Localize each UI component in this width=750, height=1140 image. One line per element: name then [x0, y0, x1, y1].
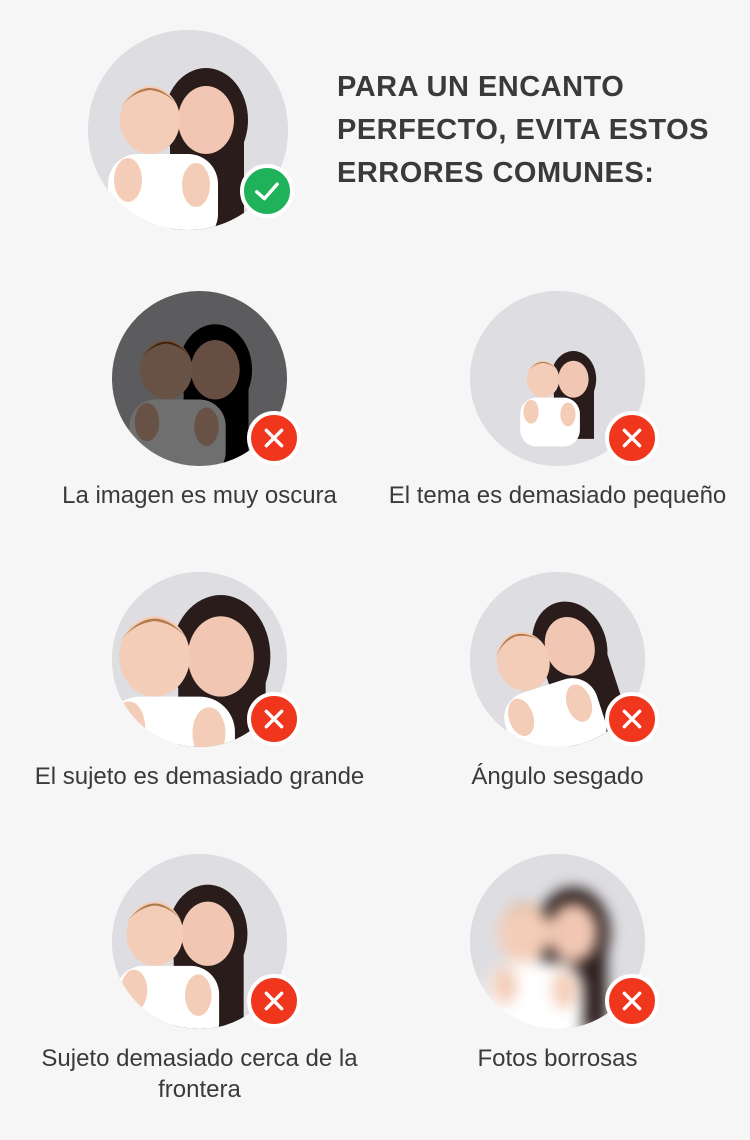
hero-example	[88, 30, 294, 230]
page-title: PARA UN ENCANTO PERFECTO, EVITA ESTOS ER…	[337, 66, 717, 195]
tip-caption: El sujeto es demasiado grande	[34, 763, 365, 790]
tip-caption: Fotos borrosas	[477, 1045, 638, 1072]
tip-card-dark: La imagen es muy oscura	[17, 291, 357, 561]
tip-card-rotated: Ángulo sesgado	[375, 572, 715, 842]
tip-caption: La imagen es muy oscura	[62, 482, 337, 509]
close-icon	[605, 974, 659, 1028]
tip-card-large: El sujeto es demasiado grande	[17, 572, 364, 842]
check-icon	[240, 164, 294, 218]
photo-tips-page: PARA UN ENCANTO PERFECTO, EVITA ESTOS ER…	[0, 0, 750, 1140]
close-icon	[247, 692, 301, 746]
close-icon	[247, 411, 301, 465]
tip-card-edge: Sujeto demasiado cerca de la frontera	[17, 854, 358, 1124]
title-line: ERRORES COMUNES:	[337, 157, 655, 189]
close-icon	[605, 411, 659, 465]
title-line: PARA UN ENCANTO	[337, 71, 625, 103]
tip-caption: Sujeto demasiado cerca de la frontera	[41, 1045, 358, 1103]
tip-caption: Ángulo sesgado	[471, 763, 644, 790]
tip-caption: El tema es demasiado pequeño	[388, 482, 727, 509]
tip-card-blurred: Fotos borrosas	[375, 854, 715, 1124]
close-icon	[247, 974, 301, 1028]
tip-card-small: El tema es demasiado pequeño	[375, 291, 726, 561]
title-line: PERFECTO, EVITA ESTOS	[337, 114, 709, 146]
close-icon	[605, 692, 659, 746]
